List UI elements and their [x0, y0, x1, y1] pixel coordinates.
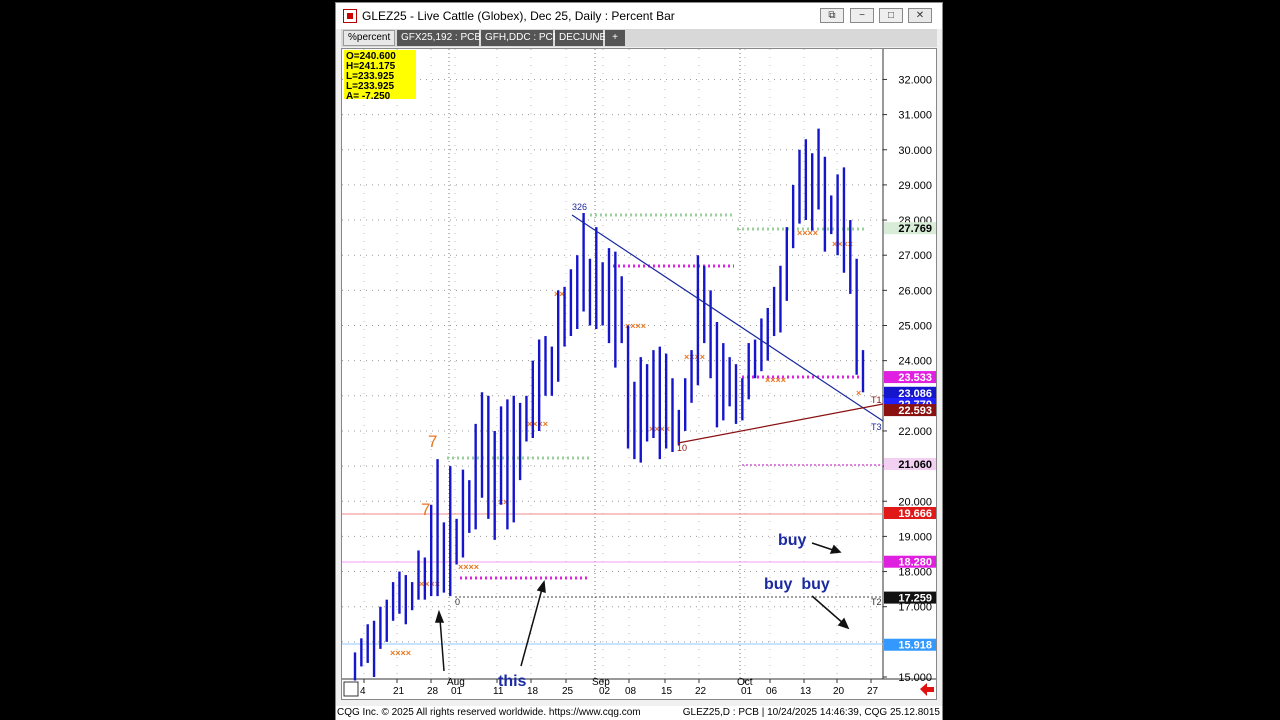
- time-tick-label: 4: [360, 686, 366, 697]
- price-tag-label: 22.593: [898, 405, 932, 417]
- buy-buy-annotation: buy buy: [764, 576, 830, 593]
- ohlc-values: O=240.600 H=241.175 L=233.925 L=233.925 …: [346, 51, 396, 102]
- minimize-button[interactable]: −: [850, 8, 874, 23]
- copyright-text: CQG Inc. © 2025 All rights reserved worl…: [337, 707, 641, 718]
- price-tick-label: 27.000: [898, 250, 932, 262]
- price-tag-label: 19.666: [898, 508, 932, 520]
- time-tick-label: 06: [766, 686, 778, 697]
- price-tick-label: 30.000: [898, 145, 932, 157]
- time-tick-label: 11: [493, 686, 504, 697]
- price-tick-label: 24.000: [898, 356, 932, 368]
- chart-window: GLEZ25 - Live Cattle (Globex), Dec 25, D…: [335, 2, 943, 720]
- price-tag-label: 15.918: [898, 640, 932, 652]
- price-tick-label: 20.000: [898, 496, 932, 508]
- time-tick-label: 27: [867, 686, 879, 697]
- month-label: Sep: [592, 677, 610, 688]
- time-tick-label: 21: [393, 686, 405, 697]
- countdown-label: 7: [428, 432, 437, 451]
- tab-gfh[interactable]: GFH,DDC : PCB: [481, 30, 559, 46]
- app-icon[interactable]: [343, 9, 357, 23]
- time-tick-label: 13: [800, 686, 812, 697]
- target-t2-marker: T2: [871, 597, 882, 607]
- orange-marker: ×: [856, 388, 861, 398]
- ohlc-change: A= -7.250: [346, 91, 391, 102]
- time-tick-label: 28: [427, 686, 439, 697]
- countdown-label: 7: [421, 500, 430, 519]
- price-tick-label: 19.000: [898, 531, 932, 543]
- price-tag-label: 27.769: [898, 223, 932, 235]
- status-info: GLEZ25,D : PCB | 10/24/2025 14:46:39, CQ…: [682, 707, 940, 718]
- target-t1-marker: T1: [871, 395, 882, 405]
- maximize-button[interactable]: □: [879, 8, 903, 23]
- price-tick-label: 29.000: [898, 180, 932, 192]
- tab-add-button[interactable]: +: [605, 30, 625, 46]
- orange-marker: ××××: [797, 228, 818, 238]
- time-tick-label: 18: [527, 686, 539, 697]
- price-tag-label: 21.060: [898, 459, 932, 471]
- swing-low-marker: 10: [677, 443, 687, 453]
- link-button[interactable]: ⧉: [820, 8, 844, 23]
- price-tick-label: 25.000: [898, 321, 932, 333]
- axis-corner-box[interactable]: [343, 681, 359, 697]
- price-tag-label: 17.259: [898, 593, 932, 605]
- close-button[interactable]: ✕: [908, 8, 932, 23]
- target-t3-marker: T3: [871, 422, 882, 432]
- price-tick-label: 22.000: [898, 426, 932, 438]
- price-tick-label: 26.000: [898, 285, 932, 297]
- price-tick-label: 31.000: [898, 110, 932, 122]
- price-tag-label: 23.533: [898, 372, 932, 384]
- buy-annotation: buy: [778, 532, 807, 549]
- title-bar[interactable]: GLEZ25 - Live Cattle (Globex), Dec 25, D…: [336, 3, 942, 29]
- chart-area[interactable]: ×××× ×××× ×××× ×××× ×× ×× ×× ×× ×× ×× ×× ××…: [341, 48, 937, 700]
- price-tick-label: 15.000: [898, 672, 932, 684]
- window-title: GLEZ25 - Live Cattle (Globex), Dec 25, D…: [362, 9, 675, 23]
- time-tick-label: 08: [625, 686, 637, 697]
- tab-bar: %percent GFX25,192 : PCB GFH,DDC : PCB D…: [341, 29, 937, 47]
- orange-marker: ××××: [390, 648, 411, 658]
- price-tag-label: 18.280: [898, 557, 932, 569]
- month-label: Aug: [447, 677, 465, 688]
- orange-marker: ××××: [458, 562, 479, 572]
- time-tick-label: 25: [562, 686, 574, 697]
- tab-gfx25[interactable]: GFX25,192 : PCB: [397, 30, 481, 46]
- price-tick-label: 32.000: [898, 74, 932, 86]
- price-chart[interactable]: ×××× ×××× ×××× ×××× ×× ×× ×× ×× ×× ×× ×× ××…: [342, 49, 936, 699]
- time-tick-label: 20: [833, 686, 845, 697]
- origin-marker: 0: [455, 597, 460, 607]
- tab-decjune[interactable]: DECJUNE: [555, 30, 606, 46]
- orange-marker: ××××: [527, 419, 548, 429]
- tab-percent[interactable]: %percent: [343, 30, 395, 46]
- time-tick-label: 22: [695, 686, 707, 697]
- orange-marker: ××××: [765, 375, 786, 385]
- swing-high-marker: 326: [572, 202, 587, 212]
- time-tick-label: 15: [661, 686, 673, 697]
- status-footer: CQG Inc. © 2025 All rights reserved worl…: [336, 706, 942, 720]
- month-label: Oct: [737, 677, 753, 688]
- orange-marker: ××××: [684, 352, 705, 362]
